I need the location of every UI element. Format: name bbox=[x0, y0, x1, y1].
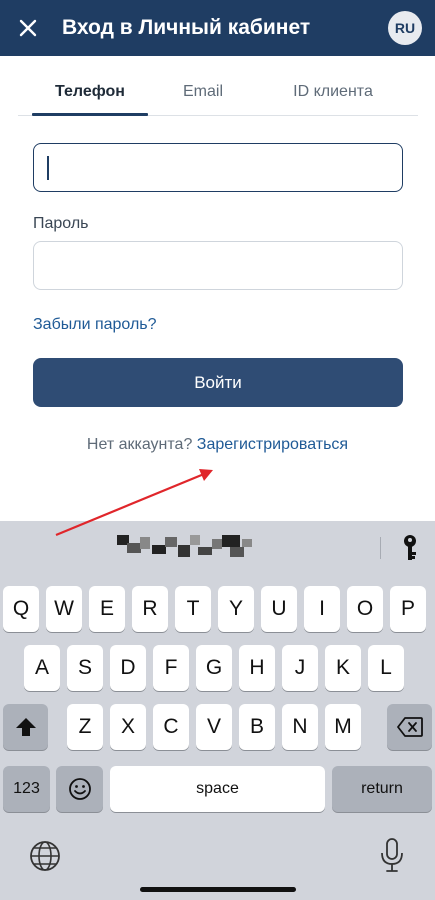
key-g[interactable]: G bbox=[196, 645, 232, 691]
active-tab-indicator bbox=[32, 113, 148, 116]
key-u[interactable]: U bbox=[261, 586, 297, 632]
password-autofill-button[interactable] bbox=[400, 534, 420, 562]
dictation-button[interactable] bbox=[378, 837, 406, 873]
login-method-tabs: Телефон Email ID клиента bbox=[18, 70, 418, 116]
key-y[interactable]: Y bbox=[218, 586, 254, 632]
numbers-key[interactable]: 123 bbox=[3, 766, 50, 812]
key-j[interactable]: J bbox=[282, 645, 318, 691]
key-k[interactable]: K bbox=[325, 645, 361, 691]
shift-key[interactable] bbox=[3, 704, 48, 750]
globe-button[interactable] bbox=[28, 839, 62, 873]
microphone-icon bbox=[381, 838, 403, 872]
globe-icon bbox=[30, 841, 60, 871]
key-r[interactable]: R bbox=[132, 586, 168, 632]
no-account-text: Нет аккаунта? bbox=[86, 436, 193, 453]
return-key[interactable]: return bbox=[332, 766, 432, 812]
text-cursor bbox=[47, 156, 49, 180]
phone-input[interactable] bbox=[33, 143, 403, 192]
key-icon bbox=[404, 535, 416, 560]
tab-phone[interactable]: Телефон bbox=[32, 70, 148, 116]
suggestion-divider bbox=[380, 537, 381, 559]
login-button[interactable]: Войти bbox=[33, 358, 403, 407]
home-indicator bbox=[140, 887, 296, 892]
shift-icon bbox=[15, 718, 36, 736]
space-key[interactable]: space bbox=[110, 766, 325, 812]
password-label: Пароль bbox=[33, 215, 89, 232]
emoji-icon bbox=[68, 778, 91, 800]
key-f[interactable]: F bbox=[153, 645, 189, 691]
key-t[interactable]: T bbox=[175, 586, 211, 632]
password-input[interactable] bbox=[33, 241, 403, 290]
key-e[interactable]: E bbox=[89, 586, 125, 632]
key-h[interactable]: H bbox=[239, 645, 275, 691]
forgot-password-link[interactable]: Забыли пароль? bbox=[33, 316, 157, 334]
close-button[interactable] bbox=[14, 14, 42, 42]
key-v[interactable]: V bbox=[196, 704, 232, 750]
key-o[interactable]: O bbox=[347, 586, 383, 632]
key-a[interactable]: A bbox=[24, 645, 60, 691]
language-switch[interactable]: RU bbox=[388, 11, 422, 45]
tab-client-id[interactable]: ID клиента bbox=[268, 70, 398, 116]
key-b[interactable]: B bbox=[239, 704, 275, 750]
key-l[interactable]: L bbox=[368, 645, 404, 691]
close-icon bbox=[19, 19, 37, 37]
register-link[interactable]: Зарегистрироваться bbox=[197, 436, 348, 453]
backspace-icon bbox=[396, 717, 423, 737]
key-x[interactable]: X bbox=[110, 704, 146, 750]
key-p[interactable]: P bbox=[390, 586, 426, 632]
ios-keyboard: Q W E R T Y U I O P A S D F G H J K L Z … bbox=[0, 521, 435, 900]
key-s[interactable]: S bbox=[67, 645, 103, 691]
key-w[interactable]: W bbox=[46, 586, 82, 632]
key-d[interactable]: D bbox=[110, 645, 146, 691]
emoji-key[interactable] bbox=[56, 766, 103, 812]
key-n[interactable]: N bbox=[282, 704, 318, 750]
key-c[interactable]: C bbox=[153, 704, 189, 750]
suggestion-bar bbox=[0, 521, 435, 571]
page-title: Вход в Личный кабинет bbox=[62, 16, 311, 39]
backspace-key[interactable] bbox=[387, 704, 432, 750]
key-q[interactable]: Q bbox=[3, 586, 39, 632]
key-m[interactable]: M bbox=[325, 704, 361, 750]
register-row: Нет аккаунта? Зарегистрироваться bbox=[0, 436, 435, 454]
key-z[interactable]: Z bbox=[67, 704, 103, 750]
key-i[interactable]: I bbox=[304, 586, 340, 632]
tab-email[interactable]: Email bbox=[158, 70, 248, 116]
app-header: Вход в Личный кабинет RU bbox=[0, 0, 435, 56]
